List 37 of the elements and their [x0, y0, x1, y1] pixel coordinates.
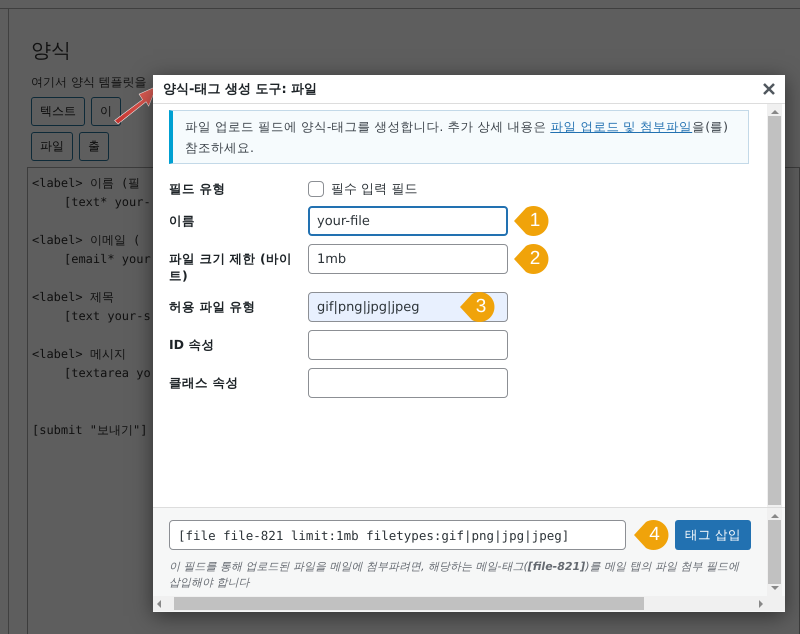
field-label: 클래스 속성 — [169, 374, 240, 391]
notice-text: 파일 업로드 필드에 양식-태그를 생성합니다. 추가 상세 내용은 파일 업로드 및 첨부파일 을(를) 참조하세요. — [169, 110, 749, 164]
input-field[interactable]: your-file — [308, 206, 508, 236]
tag-button[interactable]: 출 — [79, 132, 109, 161]
code-line: [email* your — [64, 251, 151, 268]
input-field[interactable]: 1mb — [308, 244, 508, 274]
field-label: ID 속성 — [169, 336, 216, 353]
checkbox[interactable] — [308, 181, 324, 197]
tag-button[interactable]: 파일 — [31, 132, 73, 161]
input-field[interactable] — [308, 368, 508, 398]
checkbox-label[interactable]: 필수 입력 필드 — [331, 180, 418, 198]
code-line: [submit "보내기"] — [32, 422, 148, 439]
dialog-title: 양식-태그 생성 도구: 파일 — [163, 81, 318, 98]
tag-code-field[interactable]: [file file-821 limit:1mb filetypes:gif|png|jpg|jpeg] — [169, 520, 626, 550]
code-line: <label> 이메일 ( — [32, 232, 140, 249]
field-label: 허용 파일 유형 — [169, 298, 257, 315]
page-description: 여기서 양식 템플릿을 — [31, 74, 147, 91]
field-label: 필드 유형 — [169, 180, 226, 197]
tag-button[interactable]: 이 — [91, 97, 121, 126]
field-label: 파일 크기 제한 (바이트) — [169, 250, 293, 284]
code-line: [text* your- — [64, 194, 151, 211]
close-icon[interactable] — [763, 83, 775, 95]
scrollbar[interactable] — [767, 104, 782, 507]
insert-tag-button[interactable]: 태그 삽입 — [675, 520, 751, 550]
code-line: <label> 메시지 — [32, 346, 126, 363]
docs-link[interactable]: 파일 업로드 및 첨부파일 — [550, 119, 692, 134]
scrollbar[interactable] — [767, 508, 782, 596]
code-line: [textarea yo — [64, 365, 151, 382]
field-label: 이름 — [169, 212, 196, 229]
scrollbar[interactable] — [153, 596, 785, 611]
footer-note: 이 필드를 통해 업로드된 파일을 메일에 첨부파려면, 해당하는 메일-태그([file-821])를 메일 탭의 파일 첨부 필드에 삽입해야 합니다 — [169, 559, 740, 591]
code-line: <label> 이름 (필 — [32, 175, 140, 192]
code-line: [text your-s — [64, 308, 151, 325]
page-heading: 양식 — [31, 37, 72, 64]
input-field[interactable] — [308, 330, 508, 360]
code-line: <label> 제목 — [32, 289, 114, 306]
tag-button[interactable]: 텍스트 — [31, 97, 85, 126]
